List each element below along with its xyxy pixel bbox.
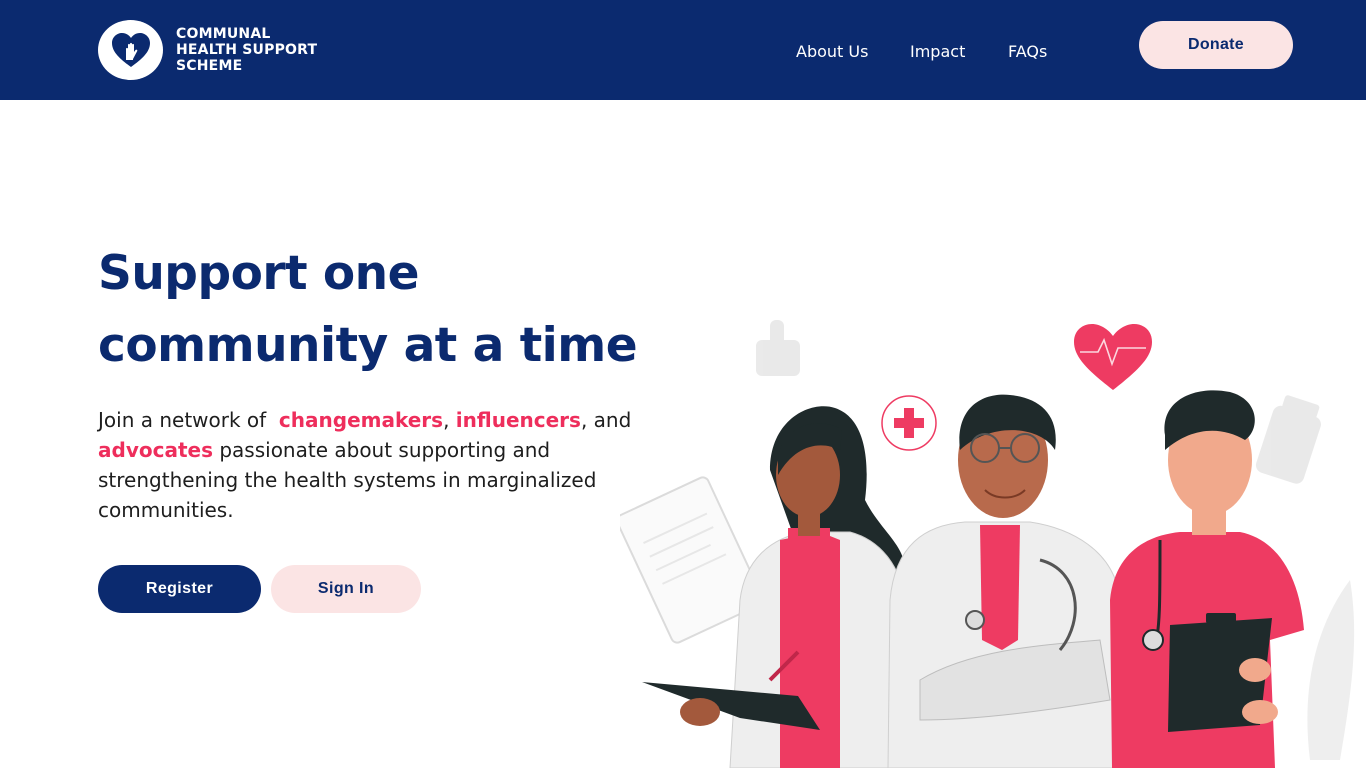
highlight-changemakers: changemakers [278, 408, 444, 432]
medical-cross-icon [881, 395, 937, 451]
nav-about-us[interactable]: About Us [796, 42, 868, 61]
male-doctor-figure [887, 394, 1126, 768]
heart-hand-icon [98, 20, 163, 80]
register-button[interactable]: Register [98, 565, 261, 613]
pill-bottle-icon [1255, 395, 1321, 484]
brand-name: COMMUNAL HEALTH SUPPORT SCHEME [176, 26, 317, 74]
highlight-influencers: influencers [455, 408, 581, 432]
top-navbar: COMMUNAL HEALTH SUPPORT SCHEME About Us … [0, 0, 1366, 100]
brand-name-line3: SCHEME [176, 58, 243, 74]
hero-title-line1: Support one [98, 246, 420, 301]
brand-logo-link[interactable]: COMMUNAL HEALTH SUPPORT SCHEME [98, 20, 317, 80]
brand-name-line2: HEALTH SUPPORT [176, 42, 318, 58]
hero-intro-text: Join a network of [98, 408, 267, 432]
donate-button[interactable]: Donate [1139, 21, 1293, 69]
hero-description: Join a network of changemakers, influenc… [98, 405, 638, 525]
brand-name-line1: COMMUNAL [176, 26, 271, 42]
healthcare-workers-illustration [616, 300, 1366, 768]
sign-in-button[interactable]: Sign In [271, 565, 421, 613]
nav-impact[interactable]: Impact [910, 42, 965, 61]
highlight-advocates: advocates [98, 438, 213, 462]
hero-separator-1: , [443, 408, 450, 432]
hero-title-line2: community at a time [98, 318, 638, 373]
thumbs-up-icon [756, 320, 800, 376]
heartbeat-icon [1074, 324, 1152, 390]
hero-title: Support one community at a time [98, 238, 658, 382]
leaf-decoration [1307, 580, 1355, 760]
nav-faqs[interactable]: FAQs [1008, 42, 1047, 61]
